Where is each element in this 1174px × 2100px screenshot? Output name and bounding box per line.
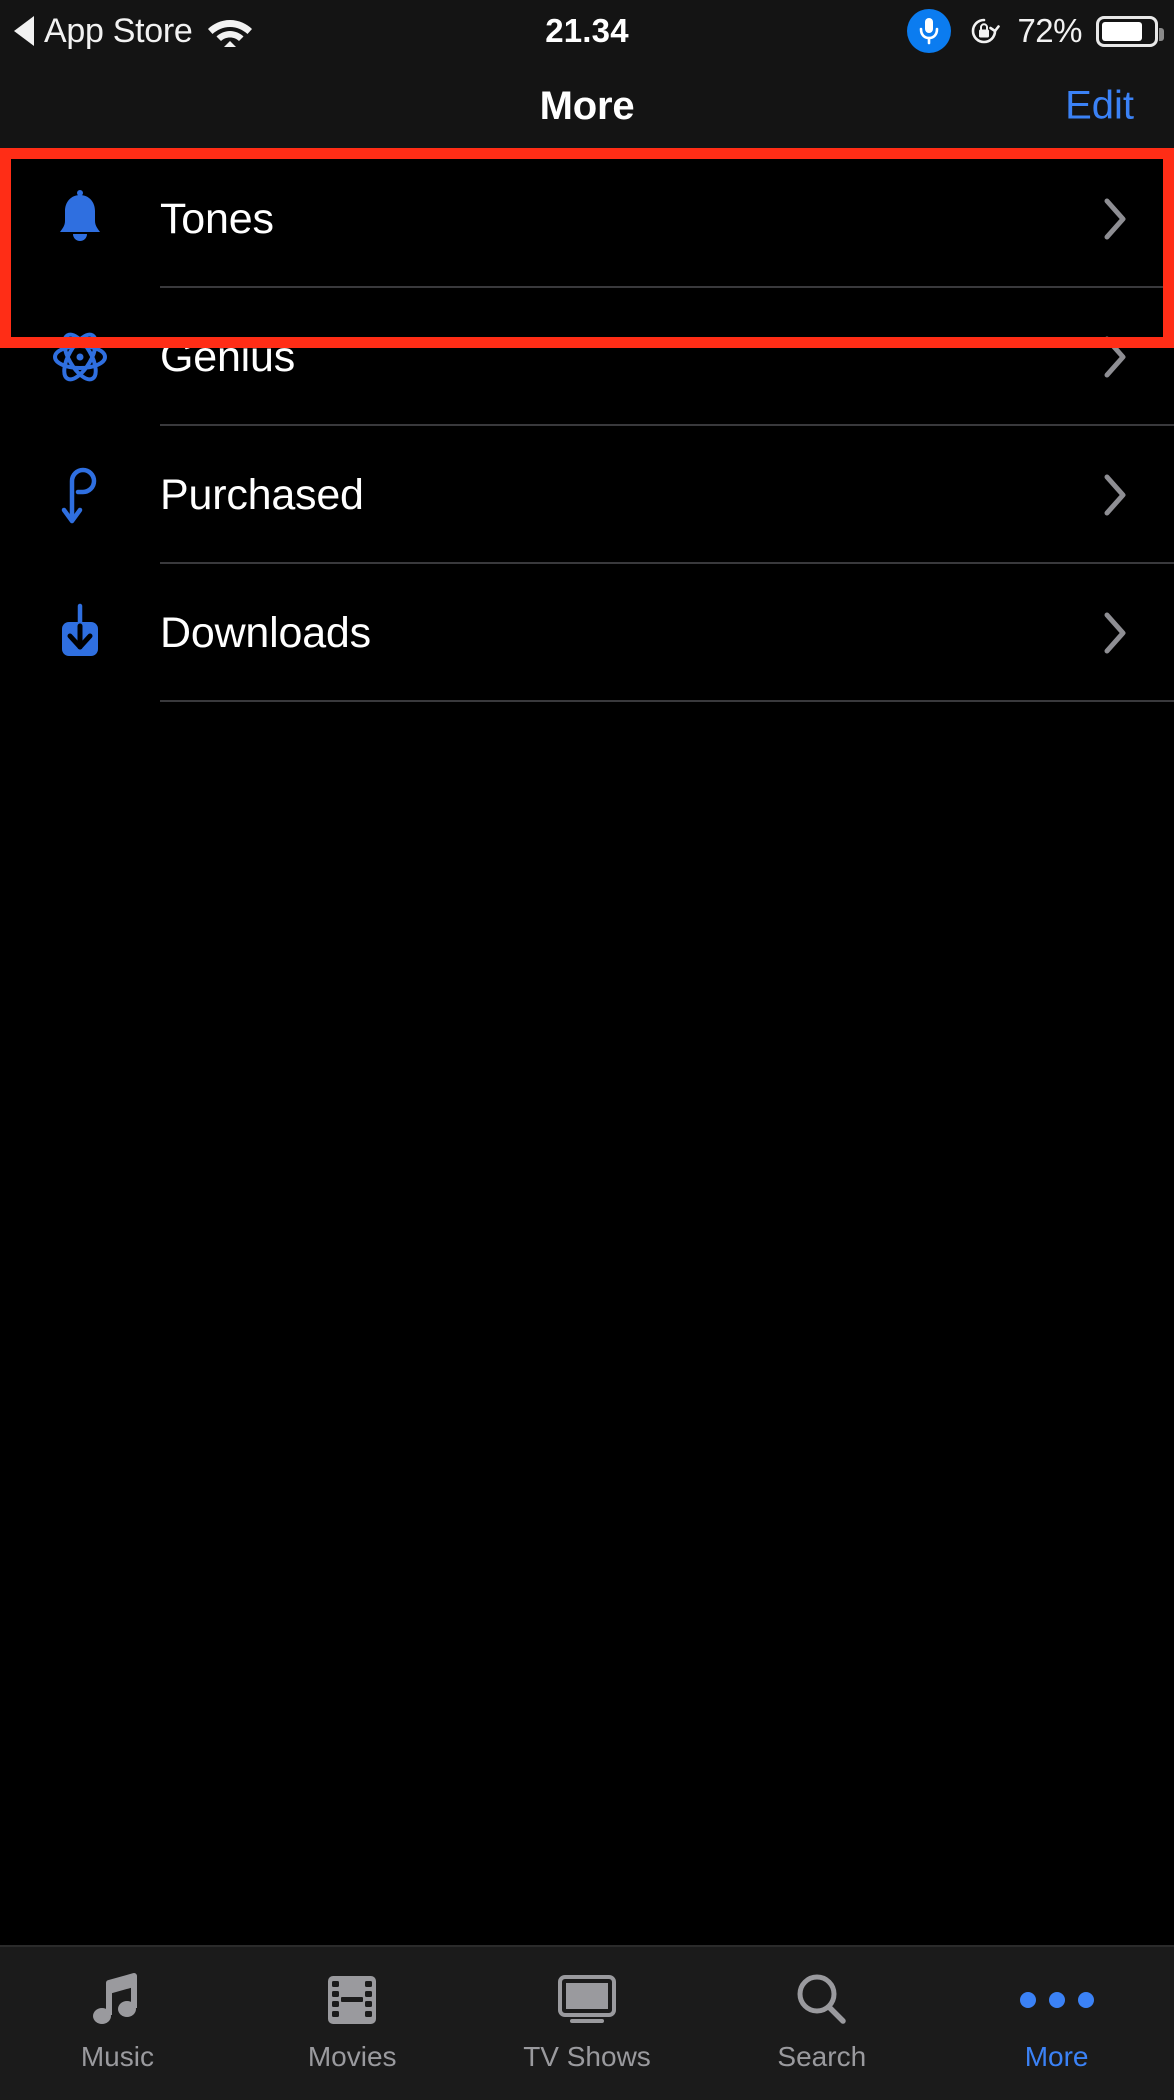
page-title: More	[539, 83, 635, 128]
battery-icon	[1096, 15, 1164, 47]
tab-more[interactable]: More	[939, 1947, 1174, 2073]
list-item-label: Tones	[160, 194, 274, 243]
list-item-downloads[interactable]: Downloads	[0, 564, 1174, 702]
atom-icon	[0, 327, 160, 387]
bell-icon	[0, 189, 160, 249]
status-bar: App Store 21.34 72%	[0, 0, 1174, 62]
list-item-label: Purchased	[160, 470, 364, 519]
battery-fill	[1102, 21, 1142, 41]
ellipsis-dot	[1048, 1992, 1065, 2008]
tab-bar: Music Movies TV Shows Search More	[0, 1945, 1174, 2100]
tab-label: Music	[80, 2041, 154, 2072]
list-item-label: Genius	[160, 332, 296, 381]
list-item-purchased[interactable]: Purchased	[0, 426, 1174, 564]
film-strip-icon	[324, 1969, 380, 2031]
chevron-right-icon	[1102, 197, 1128, 241]
monitor-icon	[556, 1969, 618, 2031]
magnifier-icon	[793, 1969, 851, 2031]
tab-label: More	[1024, 2041, 1089, 2072]
chevron-right-icon	[1102, 335, 1128, 379]
ellipsis-dot	[1077, 1992, 1094, 2008]
tab-search[interactable]: Search	[704, 1947, 939, 2073]
tab-music[interactable]: Music	[0, 1947, 235, 2073]
list-item-genius[interactable]: Genius	[0, 288, 1174, 426]
tab-label: Movies	[307, 2041, 397, 2072]
purchased-icon	[0, 463, 160, 527]
list-item-label: Downloads	[160, 608, 371, 657]
list-item-tones[interactable]: Tones	[0, 150, 1174, 288]
tab-label: Search	[777, 2041, 867, 2072]
chevron-right-icon	[1102, 611, 1128, 655]
ellipsis-dot	[1019, 1992, 1036, 2008]
row-divider	[160, 700, 1174, 702]
chevron-right-icon	[1102, 473, 1128, 517]
download-icon	[0, 602, 160, 664]
tab-label: TV Shows	[523, 2041, 651, 2072]
ellipsis-icon	[1019, 1969, 1094, 2031]
tab-movies[interactable]: Movies	[235, 1947, 470, 2073]
iphone-screen: App Store 21.34 72% More Edit Tones Geni…	[0, 0, 1174, 2100]
more-options-list: Tones Genius Purchased Downloads	[0, 150, 1174, 702]
status-bar-time: 21.34	[545, 12, 629, 49]
music-note-icon	[89, 1969, 145, 2031]
navigation-bar: More Edit	[0, 62, 1174, 150]
edit-button[interactable]: Edit	[1065, 84, 1134, 129]
tab-tv-shows[interactable]: TV Shows	[470, 1947, 705, 2073]
